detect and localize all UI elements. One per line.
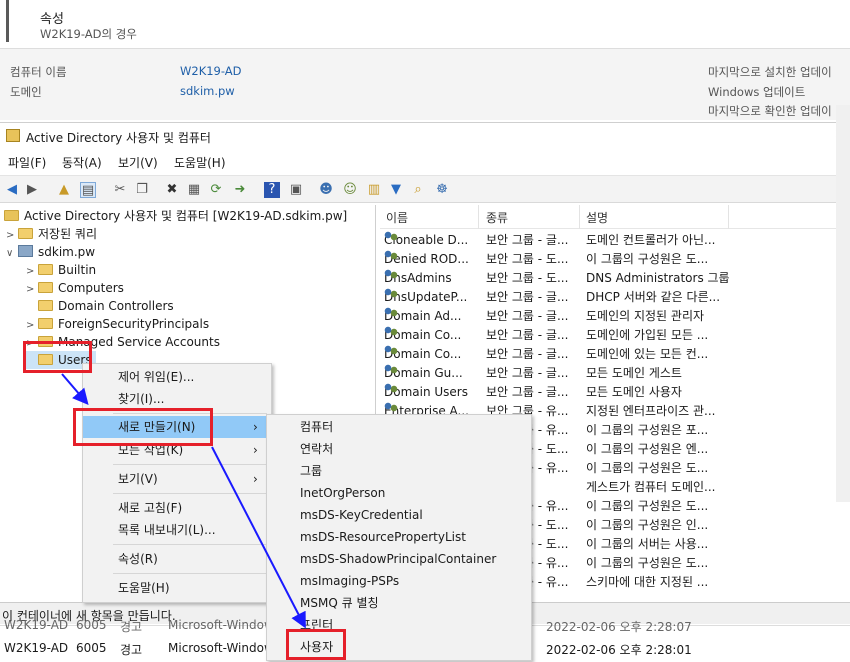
screen: 속성 W2K19-AD의 경우 컴퓨터 이름 W2K19-AD 도메인 sdki… [0, 0, 850, 662]
annotation-arrows [61, 373, 306, 629]
arrow-new-to-user [211, 446, 306, 629]
arrow-users-to-new [61, 373, 89, 406]
